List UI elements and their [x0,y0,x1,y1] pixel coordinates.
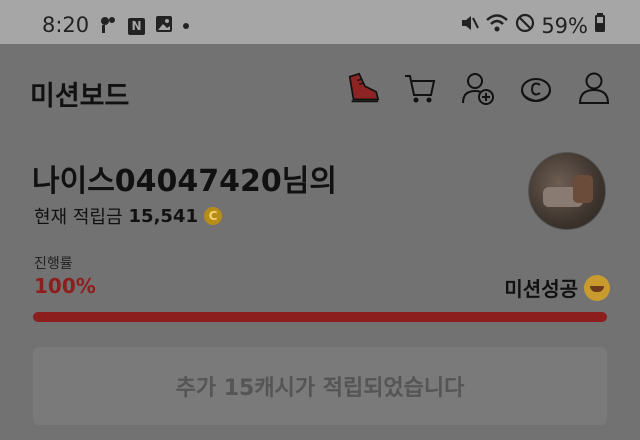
cart-icon[interactable] [402,70,438,106]
mission-status: 미션성공 [504,273,610,302]
system-icons: 59% [459,13,606,38]
points-row: 현재 적립금 15,541 C [34,203,222,229]
pinwheel-icon [98,14,118,38]
battery-percent: 59% [541,13,588,38]
page-title: 미션보드 [30,81,130,112]
image-icon [155,15,173,37]
coin-icon: C [204,207,222,225]
progress-bar-fill [33,312,607,322]
avatar[interactable] [528,152,606,230]
cash-icon[interactable] [518,70,554,106]
mission-status-text: 미션성공 [504,277,578,301]
progress-percent: 100% [34,274,96,298]
dot-icon [183,23,189,29]
points-value: 15,541 [128,205,198,227]
user-greeting: 나이스04047420님의 [32,164,337,199]
sneaker-icon[interactable] [344,70,380,106]
progress-label: 진행률 [34,256,73,272]
mute-icon [459,13,480,38]
add-friend-icon[interactable] [460,70,496,106]
status-time: 8:20 [42,13,90,37]
status-bar: 8:20 N 59% [0,0,640,44]
profile-icon[interactable] [576,70,612,106]
notification-icons: N [98,14,189,38]
points-label: 현재 적립금 [34,207,123,228]
n-badge-icon: N [128,17,145,35]
reward-button-label: 추가 15캐시가 적립되었습니다 [175,376,465,401]
dnd-icon [515,13,535,38]
battery-icon [594,13,606,38]
progress-bar [33,312,607,322]
reward-button[interactable]: 추가 15캐시가 적립되었습니다 [33,347,607,425]
wifi-icon [485,13,509,38]
party-face-icon [584,274,610,301]
header-actions [344,70,612,106]
